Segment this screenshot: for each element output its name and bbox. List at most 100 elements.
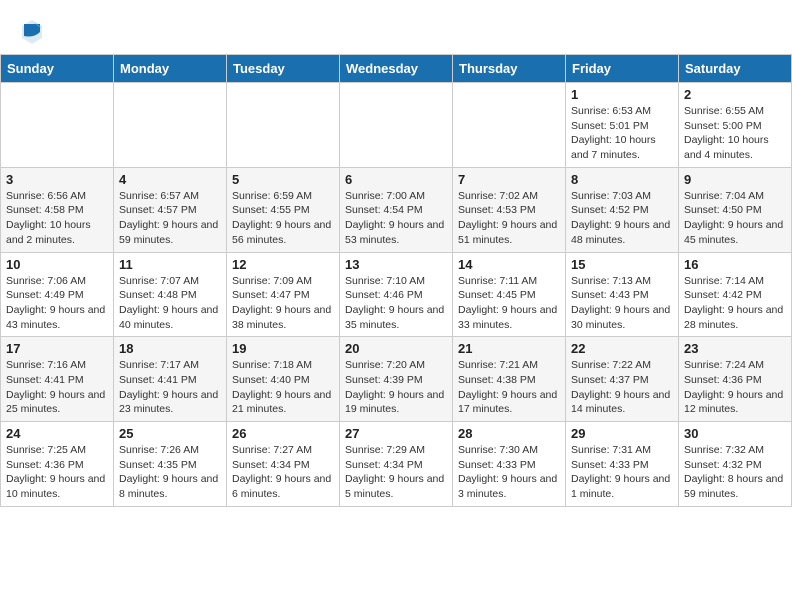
calendar-header-friday: Friday xyxy=(566,55,679,83)
calendar-cell: 7 Sunrise: 7:02 AM Sunset: 4:53 PM Daylig… xyxy=(453,167,566,252)
calendar-header-saturday: Saturday xyxy=(679,55,792,83)
day-info: Sunrise: 7:24 AM Sunset: 4:36 PM Dayligh… xyxy=(684,358,786,417)
day-info: Sunrise: 7:20 AM Sunset: 4:39 PM Dayligh… xyxy=(345,358,447,417)
calendar-table: SundayMondayTuesdayWednesdayThursdayFrid… xyxy=(0,54,792,507)
day-number: 10 xyxy=(6,257,108,272)
calendar-cell: 18 Sunrise: 7:17 AM Sunset: 4:41 PM Dayli… xyxy=(114,337,227,422)
calendar-cell: 13 Sunrise: 7:10 AM Sunset: 4:46 PM Dayli… xyxy=(340,252,453,337)
calendar-cell: 14 Sunrise: 7:11 AM Sunset: 4:45 PM Dayli… xyxy=(453,252,566,337)
day-number: 18 xyxy=(119,341,221,356)
calendar-week-row: 17 Sunrise: 7:16 AM Sunset: 4:41 PM Dayli… xyxy=(1,337,792,422)
day-number: 30 xyxy=(684,426,786,441)
day-number: 1 xyxy=(571,87,673,102)
calendar-cell xyxy=(453,83,566,168)
calendar-header-thursday: Thursday xyxy=(453,55,566,83)
day-number: 25 xyxy=(119,426,221,441)
calendar-cell: 22 Sunrise: 7:22 AM Sunset: 4:37 PM Dayli… xyxy=(566,337,679,422)
calendar-cell: 21 Sunrise: 7:21 AM Sunset: 4:38 PM Dayli… xyxy=(453,337,566,422)
calendar-cell: 29 Sunrise: 7:31 AM Sunset: 4:33 PM Dayli… xyxy=(566,422,679,507)
calendar-cell: 5Sunrise: 6:59 AM Sunset: 4:55 PM Daylig… xyxy=(227,167,340,252)
day-info: Sunrise: 7:25 AM Sunset: 4:36 PM Dayligh… xyxy=(6,443,108,502)
day-number: 26 xyxy=(232,426,334,441)
day-number: 9 xyxy=(684,172,786,187)
calendar-cell: 4 Sunrise: 6:57 AM Sunset: 4:57 PM Daylig… xyxy=(114,167,227,252)
day-info: Sunrise: 7:02 AM Sunset: 4:53 PM Dayligh… xyxy=(458,189,560,248)
day-number: 19 xyxy=(232,341,334,356)
calendar-cell: 20Sunrise: 7:20 AM Sunset: 4:39 PM Dayli… xyxy=(340,337,453,422)
day-info: Sunrise: 7:22 AM Sunset: 4:37 PM Dayligh… xyxy=(571,358,673,417)
day-number: 29 xyxy=(571,426,673,441)
calendar-header-sunday: Sunday xyxy=(1,55,114,83)
calendar-week-row: 1 Sunrise: 6:53 AM Sunset: 5:01 PM Daylig… xyxy=(1,83,792,168)
calendar-cell: 3 Sunrise: 6:56 AM Sunset: 4:58 PM Daylig… xyxy=(1,167,114,252)
day-info: Sunrise: 6:56 AM Sunset: 4:58 PM Dayligh… xyxy=(6,189,108,248)
day-number: 27 xyxy=(345,426,447,441)
day-number: 17 xyxy=(6,341,108,356)
day-number: 14 xyxy=(458,257,560,272)
day-number: 22 xyxy=(571,341,673,356)
day-number: 8 xyxy=(571,172,673,187)
calendar-week-row: 10Sunrise: 7:06 AM Sunset: 4:49 PM Dayli… xyxy=(1,252,792,337)
day-number: 4 xyxy=(119,172,221,187)
calendar-cell: 27 Sunrise: 7:29 AM Sunset: 4:34 PM Dayli… xyxy=(340,422,453,507)
calendar-cell: 25 Sunrise: 7:26 AM Sunset: 4:35 PM Dayli… xyxy=(114,422,227,507)
calendar-cell: 10Sunrise: 7:06 AM Sunset: 4:49 PM Dayli… xyxy=(1,252,114,337)
day-number: 11 xyxy=(119,257,221,272)
calendar-week-row: 3 Sunrise: 6:56 AM Sunset: 4:58 PM Daylig… xyxy=(1,167,792,252)
day-number: 6 xyxy=(345,172,447,187)
calendar-cell: 6 Sunrise: 7:00 AM Sunset: 4:54 PM Daylig… xyxy=(340,167,453,252)
calendar-header-row: SundayMondayTuesdayWednesdayThursdayFrid… xyxy=(1,55,792,83)
calendar-cell: 17 Sunrise: 7:16 AM Sunset: 4:41 PM Dayli… xyxy=(1,337,114,422)
calendar-cell: 24 Sunrise: 7:25 AM Sunset: 4:36 PM Dayli… xyxy=(1,422,114,507)
calendar-week-row: 24 Sunrise: 7:25 AM Sunset: 4:36 PM Dayli… xyxy=(1,422,792,507)
day-info: Sunrise: 6:55 AM Sunset: 5:00 PM Dayligh… xyxy=(684,104,786,163)
day-info: Sunrise: 7:17 AM Sunset: 4:41 PM Dayligh… xyxy=(119,358,221,417)
day-info: Sunrise: 7:03 AM Sunset: 4:52 PM Dayligh… xyxy=(571,189,673,248)
day-number: 15 xyxy=(571,257,673,272)
calendar-cell: 1 Sunrise: 6:53 AM Sunset: 5:01 PM Daylig… xyxy=(566,83,679,168)
day-info: Sunrise: 7:29 AM Sunset: 4:34 PM Dayligh… xyxy=(345,443,447,502)
day-info: Sunrise: 7:30 AM Sunset: 4:33 PM Dayligh… xyxy=(458,443,560,502)
day-info: Sunrise: 7:18 AM Sunset: 4:40 PM Dayligh… xyxy=(232,358,334,417)
calendar-header-monday: Monday xyxy=(114,55,227,83)
calendar-cell: 2 Sunrise: 6:55 AM Sunset: 5:00 PM Daylig… xyxy=(679,83,792,168)
day-info: Sunrise: 7:04 AM Sunset: 4:50 PM Dayligh… xyxy=(684,189,786,248)
calendar-cell: 16 Sunrise: 7:14 AM Sunset: 4:42 PM Dayli… xyxy=(679,252,792,337)
day-number: 5 xyxy=(232,172,334,187)
calendar-header-wednesday: Wednesday xyxy=(340,55,453,83)
day-info: Sunrise: 7:16 AM Sunset: 4:41 PM Dayligh… xyxy=(6,358,108,417)
day-info: Sunrise: 7:27 AM Sunset: 4:34 PM Dayligh… xyxy=(232,443,334,502)
day-info: Sunrise: 7:32 AM Sunset: 4:32 PM Dayligh… xyxy=(684,443,786,502)
day-info: Sunrise: 7:31 AM Sunset: 4:33 PM Dayligh… xyxy=(571,443,673,502)
day-info: Sunrise: 7:26 AM Sunset: 4:35 PM Dayligh… xyxy=(119,443,221,502)
day-number: 24 xyxy=(6,426,108,441)
day-number: 13 xyxy=(345,257,447,272)
day-info: Sunrise: 7:21 AM Sunset: 4:38 PM Dayligh… xyxy=(458,358,560,417)
day-number: 3 xyxy=(6,172,108,187)
day-info: Sunrise: 7:11 AM Sunset: 4:45 PM Dayligh… xyxy=(458,274,560,333)
day-info: Sunrise: 7:09 AM Sunset: 4:47 PM Dayligh… xyxy=(232,274,334,333)
calendar-cell: 15 Sunrise: 7:13 AM Sunset: 4:43 PM Dayli… xyxy=(566,252,679,337)
day-number: 21 xyxy=(458,341,560,356)
calendar-cell xyxy=(340,83,453,168)
day-number: 2 xyxy=(684,87,786,102)
day-info: Sunrise: 7:14 AM Sunset: 4:42 PM Dayligh… xyxy=(684,274,786,333)
calendar-cell: 23 Sunrise: 7:24 AM Sunset: 4:36 PM Dayli… xyxy=(679,337,792,422)
day-number: 7 xyxy=(458,172,560,187)
calendar-cell xyxy=(227,83,340,168)
calendar-cell xyxy=(1,83,114,168)
day-number: 23 xyxy=(684,341,786,356)
day-info: Sunrise: 6:57 AM Sunset: 4:57 PM Dayligh… xyxy=(119,189,221,248)
day-info: Sunrise: 7:10 AM Sunset: 4:46 PM Dayligh… xyxy=(345,274,447,333)
calendar-cell: 9 Sunrise: 7:04 AM Sunset: 4:50 PM Daylig… xyxy=(679,167,792,252)
day-info: Sunrise: 7:00 AM Sunset: 4:54 PM Dayligh… xyxy=(345,189,447,248)
calendar-cell: 19 Sunrise: 7:18 AM Sunset: 4:40 PM Dayli… xyxy=(227,337,340,422)
calendar-cell: 11Sunrise: 7:07 AM Sunset: 4:48 PM Dayli… xyxy=(114,252,227,337)
calendar-cell: 26 Sunrise: 7:27 AM Sunset: 4:34 PM Dayli… xyxy=(227,422,340,507)
day-number: 16 xyxy=(684,257,786,272)
calendar-cell: 8 Sunrise: 7:03 AM Sunset: 4:52 PM Daylig… xyxy=(566,167,679,252)
day-number: 12 xyxy=(232,257,334,272)
day-info: Sunrise: 7:13 AM Sunset: 4:43 PM Dayligh… xyxy=(571,274,673,333)
day-info: Sunrise: 6:53 AM Sunset: 5:01 PM Dayligh… xyxy=(571,104,673,163)
logo-icon xyxy=(20,18,44,46)
